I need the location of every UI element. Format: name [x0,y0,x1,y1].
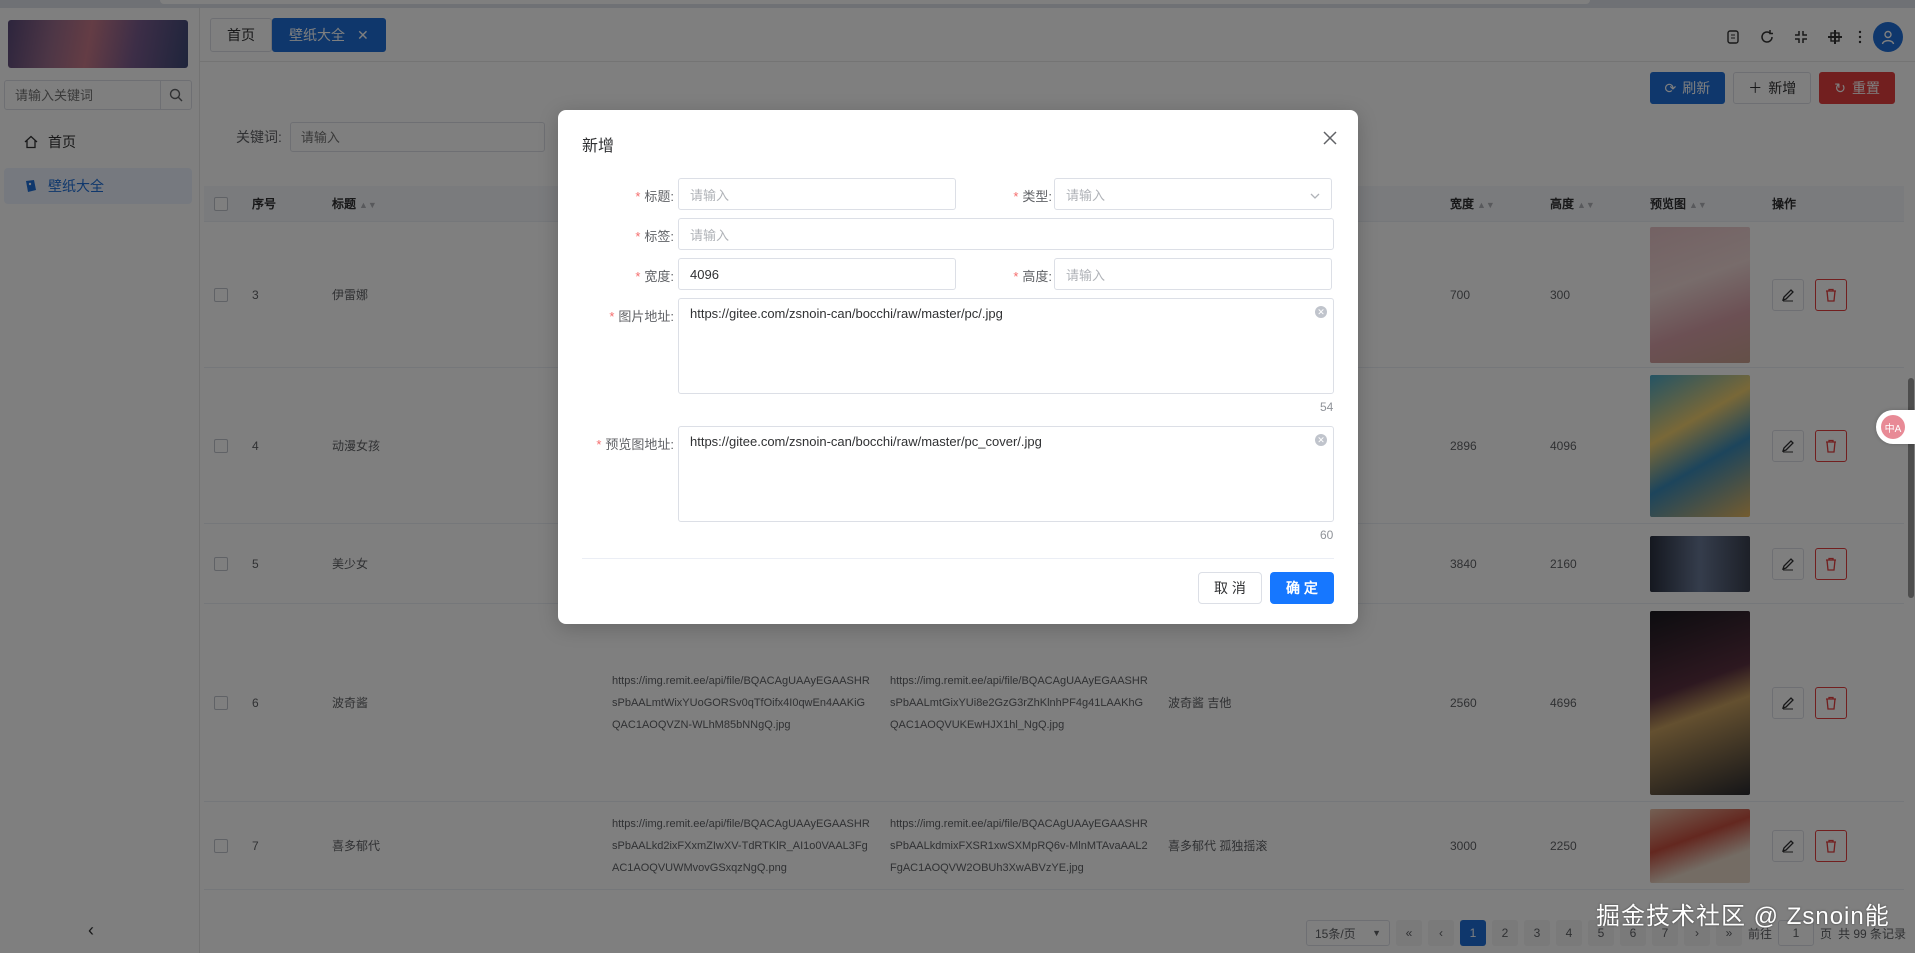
type-label: * 类型: [1013,189,1052,204]
cover-url-count: 60 [1320,528,1334,542]
height-input[interactable]: 请输入 [1054,258,1332,290]
watermark: 掘金技术社区 @ Zsnoin能 [1596,903,1890,930]
width-input[interactable]: 4096 [678,258,956,290]
chevron-down-icon [1310,187,1320,202]
cover-url-value: https://gitee.com/zsnoin-can/bocchi/raw/… [690,434,1042,449]
type-placeholder: 请输入 [1066,187,1106,203]
image-url-textarea[interactable]: https://gitee.com/zsnoin-can/bocchi/raw/… [678,298,1334,394]
cover-url-textarea[interactable]: https://gitee.com/zsnoin-can/bocchi/raw/… [678,426,1334,522]
title-label: * 标题: [635,189,674,204]
image-url-count: 54 [1320,400,1334,414]
clear-icon[interactable]: ✕ [1315,306,1327,318]
image-url-value: https://gitee.com/zsnoin-can/bocchi/raw/… [690,306,1003,321]
dialog-divider [582,558,1334,559]
height-label: * 高度: [1013,269,1052,284]
confirm-button[interactable]: 确 定 [1270,572,1334,604]
field-width: * 宽度: 4096 [582,258,956,290]
translate-widget[interactable]: 中A [1876,410,1915,444]
cancel-button[interactable]: 取 消 [1198,572,1262,604]
tags-input[interactable]: 请输入 [678,218,1334,250]
field-cover-url: * 预览图地址: https://gitee.com/zsnoin-can/boc… [582,426,1334,522]
field-image-url: * 图片地址: https://gitee.com/zsnoin-can/bocc… [582,298,1334,394]
title-input[interactable]: 请输入 [678,178,956,210]
image-url-label: * 图片地址: [609,309,674,324]
add-dialog: 新增 * 标题: 请输入 * 类型: 请输入 * 标签: 请输入 * 宽度: 4096 … [558,110,1358,624]
field-type: * 类型: 请输入 [962,178,1332,210]
translate-icon: 中A [1881,415,1905,439]
clear-icon[interactable]: ✕ [1315,434,1327,446]
dialog-title: 新增 [582,138,615,155]
tags-label: * 标签: [635,229,674,244]
field-height: * 高度: 请输入 [962,258,1332,290]
cover-url-label: * 预览图地址: [596,437,674,452]
field-tags: * 标签: 请输入 [582,218,1334,250]
type-select[interactable]: 请输入 [1054,178,1332,210]
close-icon[interactable] [1320,128,1340,148]
width-label: * 宽度: [635,269,674,284]
field-title: * 标题: 请输入 [582,178,956,210]
